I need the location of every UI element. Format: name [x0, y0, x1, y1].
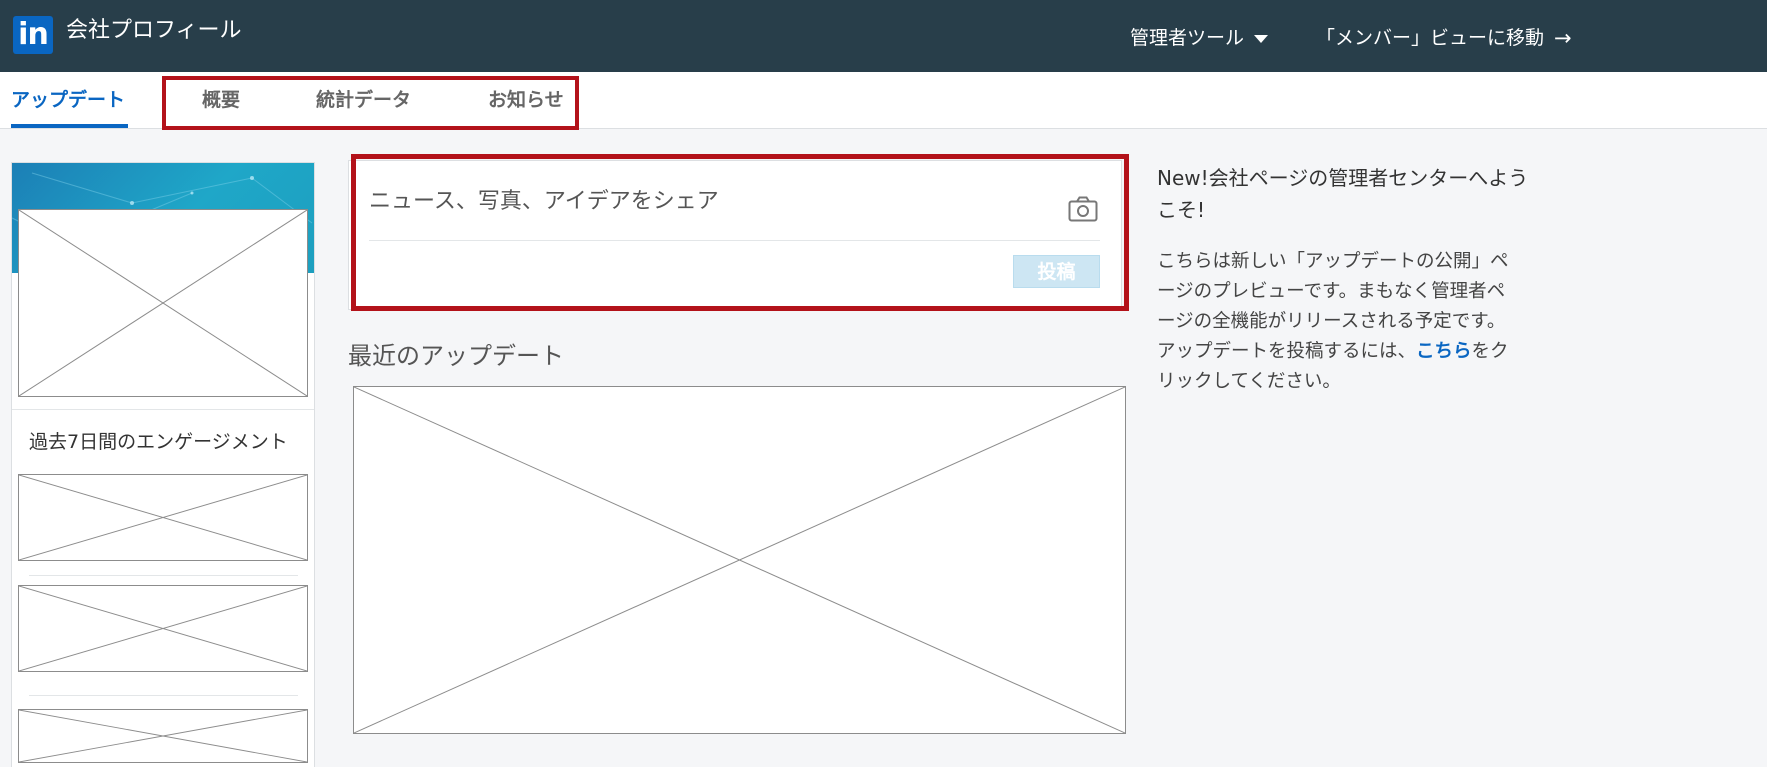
page-tabs: アップデート 概要 統計データ お知らせ — [0, 72, 1767, 129]
admin-tools-dropdown[interactable]: 管理者ツール — [1130, 24, 1269, 52]
admin-tools-label: 管理者ツール — [1130, 27, 1245, 49]
welcome-title: New!会社ページの管理者センターへようこそ! — [1157, 166, 1529, 222]
page-title: 会社プロフィール — [66, 18, 242, 43]
company-summary-card: 過去7日間のエンゲージメント — [11, 162, 315, 767]
tab-notifications[interactable]: お知らせ — [488, 86, 564, 114]
welcome-description: こちらは新しい「アップデートの公開」ページのプレビューです。まもなく管理者ページ… — [1157, 247, 1517, 397]
arrow-right-icon: → — [1554, 25, 1572, 50]
active-tab-indicator — [11, 124, 128, 128]
engagement-stat-placeholder — [18, 709, 308, 763]
tab-updates[interactable]: アップデート — [11, 86, 125, 114]
engagement-stat-placeholder — [18, 585, 308, 672]
here-link[interactable]: こちら — [1416, 341, 1472, 362]
top-navigation-bar: in 会社プロフィール 管理者ツール 「メンバー」ビューに移動 → — [0, 0, 1767, 72]
linkedin-logo-icon[interactable]: in — [13, 16, 53, 54]
composer-divider — [369, 240, 1100, 241]
caret-down-icon — [1254, 35, 1269, 43]
member-view-label: 「メンバー」ビューに移動 — [1316, 27, 1545, 49]
company-logo-placeholder — [18, 209, 308, 397]
stat-divider — [29, 695, 298, 696]
engagement-title: 過去7日間のエンゲージメント — [29, 431, 288, 453]
tab-analytics[interactable]: 統計データ — [316, 86, 411, 114]
tab-overview[interactable]: 概要 — [202, 86, 240, 114]
engagement-stat-placeholder — [18, 474, 308, 561]
member-view-link[interactable]: 「メンバー」ビューに移動 → — [1316, 24, 1572, 52]
camera-icon[interactable] — [1068, 196, 1098, 222]
post-button[interactable]: 投稿 — [1013, 255, 1100, 288]
stat-divider — [29, 575, 298, 576]
section-divider — [12, 409, 314, 410]
recent-updates-placeholder — [353, 386, 1126, 734]
share-input[interactable]: ニュース、写真、アイデアをシェア — [369, 187, 719, 217]
recent-updates-title: 最近のアップデート — [348, 342, 564, 370]
share-composer: ニュース、写真、アイデアをシェア 投稿 — [348, 160, 1122, 310]
